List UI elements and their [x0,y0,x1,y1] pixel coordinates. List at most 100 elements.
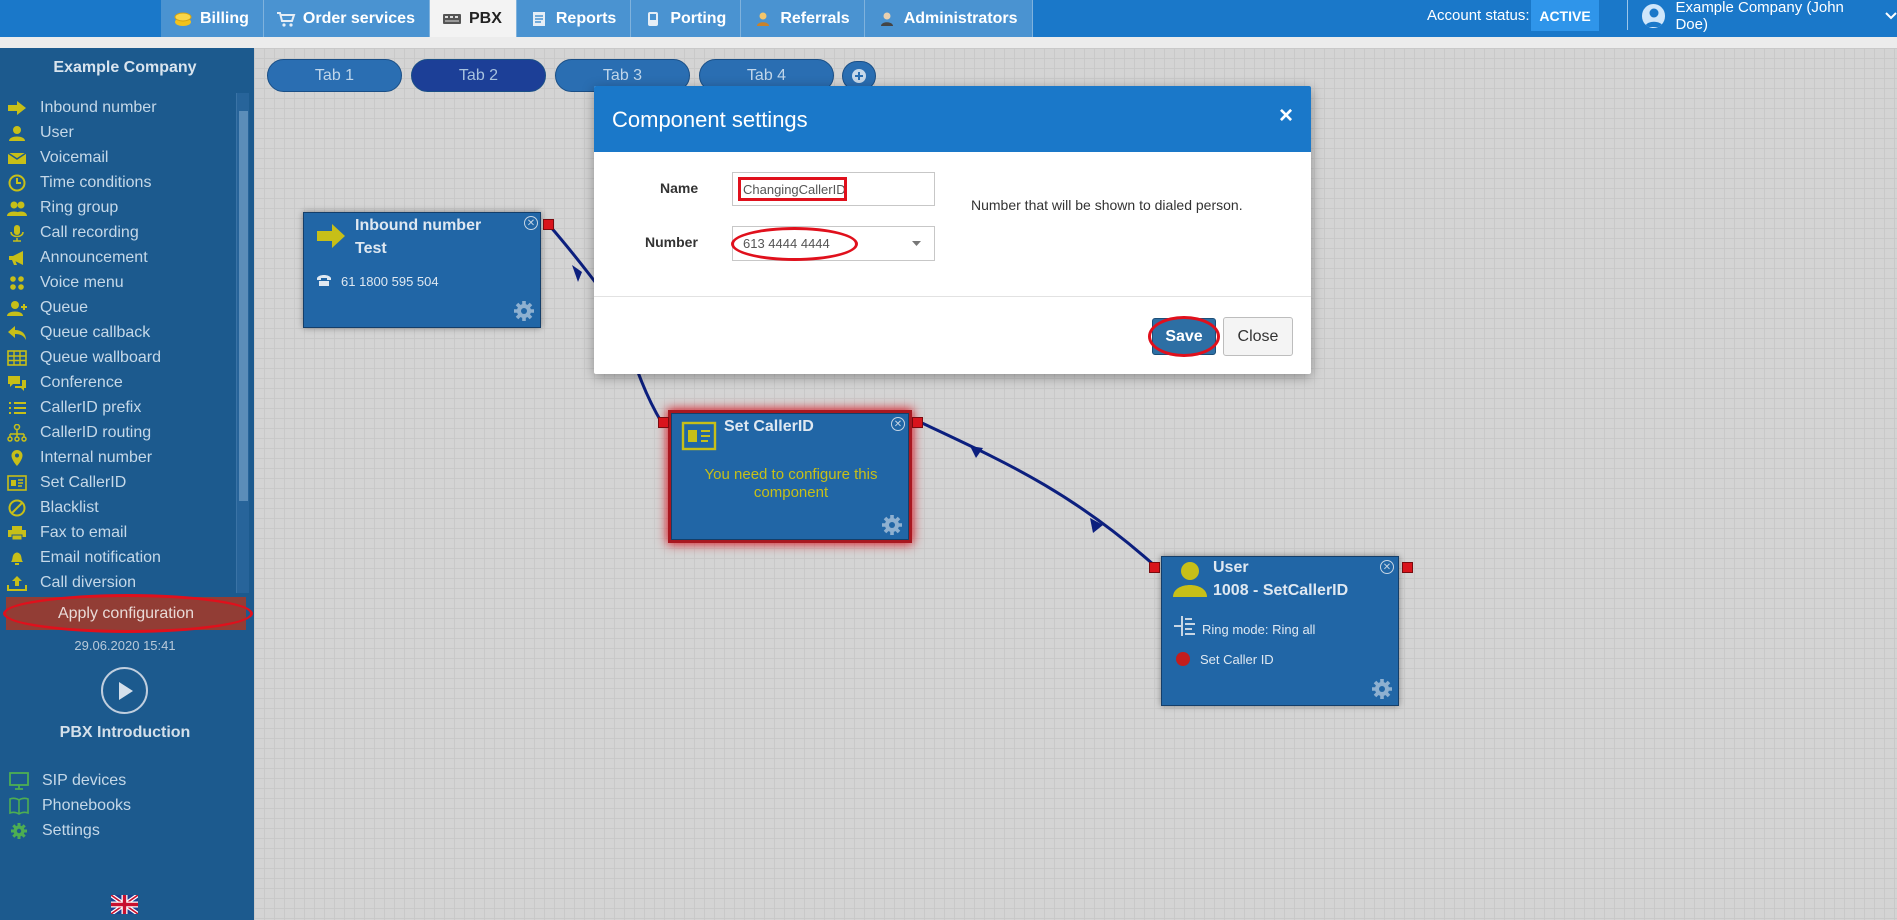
user-name: Example Company (John Doe) [1675,0,1844,33]
node-output-port[interactable] [1402,562,1413,573]
close-button[interactable]: Close [1223,317,1293,356]
sidebar-item-email-notification[interactable]: Email notification [6,545,236,570]
tab-label: Referrals [780,9,850,27]
sidebar-item-queue-wallboard[interactable]: Queue wallboard [6,345,236,370]
sidebar-item-blacklist[interactable]: Blacklist [6,495,236,520]
tab-reports[interactable]: Reports [516,0,632,37]
sidebar-item-set-callerid[interactable]: Set CallerID [6,470,236,495]
node-set-callerid[interactable]: Set CallerID ✕ You need to configure thi… [671,413,909,540]
modal-close-icon[interactable]: × [1279,104,1293,128]
modal-footer-divider [594,296,1311,297]
book-icon [8,797,30,815]
play-intro-button[interactable] [101,667,148,714]
list-icon [6,399,28,417]
ban-icon [6,499,28,517]
apply-configuration-button[interactable]: Apply configuration [6,597,246,630]
tab-porting[interactable]: Porting [631,0,742,37]
apply-date: 29.06.2020 15:41 [74,638,176,653]
sidebar-item-internal-number[interactable]: Internal number [6,445,236,470]
number-label: Number [645,234,698,250]
cart-icon [276,11,296,27]
node-phone-number: 61 1800 595 504 [341,274,439,289]
sidebar-item-inbound-number[interactable]: Inbound number [6,95,236,120]
uk-flag-icon[interactable] [109,893,140,916]
sidebar-item-label: Inbound number [40,98,157,116]
number-select[interactable]: 613 4444 4444 [732,226,935,261]
sidebar-item-sip-devices[interactable]: SIP devices [8,768,238,793]
canvas-tab-2[interactable]: Tab 2 [411,59,546,92]
chat-icon [6,374,28,392]
referrals-icon [753,11,773,27]
sidebar-item-label: Queue [40,298,89,316]
grid-icon [6,274,28,292]
user-icon [1172,559,1208,597]
sidebar-item-announcement[interactable]: Announcement [6,245,236,270]
arrow-right-icon [6,99,28,117]
sidebar-item-label: SIP devices [42,771,127,789]
sidebar-item-phonebooks[interactable]: Phonebooks [8,793,238,818]
gear-icon[interactable] [512,299,536,323]
group-icon [6,199,28,217]
pin-icon [6,449,28,467]
node-output-port[interactable] [543,219,554,230]
sidebar-item-queue-callback[interactable]: Queue callback [6,320,236,345]
navbar-separator [1627,0,1628,30]
sidebar-item-call-recording[interactable]: Call recording [6,220,236,245]
tab-referrals[interactable]: Referrals [741,0,865,37]
sidebar-item-label: Conference [40,373,123,391]
close-icon[interactable]: ✕ [891,417,905,431]
sidebar-item-label: Blacklist [40,498,99,516]
sidebar-item-fax-to-email[interactable]: Fax to email [6,520,236,545]
sidebar-item-queue[interactable]: Queue [6,295,236,320]
gear-icon[interactable] [1370,677,1394,701]
node-user[interactable]: User 1008 - SetCallerID ✕ Ring mode: Rin… [1161,556,1399,706]
node-warning-message: You need to configure this component [704,466,878,501]
tab-label: Administrators [903,9,1018,27]
sidebar-item-callerid-prefix[interactable]: CallerID prefix [6,395,236,420]
sidebar-item-conference[interactable]: Conference [6,370,236,395]
id-card-icon [6,474,28,492]
play-icon [116,681,134,701]
tab-billing[interactable]: Billing [161,0,264,37]
bell-icon [6,549,28,567]
sidebar-item-label: CallerID prefix [40,398,142,416]
pbx-introduction-label: PBX Introduction [59,724,191,741]
account-status-label: Account status: [1427,7,1530,24]
sidebar-item-call-diversion[interactable]: Call diversion [6,570,236,595]
sidebar-item-voice-menu[interactable]: Voice menu [6,270,236,295]
sidebar-item-ring-group[interactable]: Ring group [6,195,236,220]
node-subtitle: Test [355,240,387,257]
gear-icon[interactable] [880,513,904,537]
save-button[interactable]: Save [1152,318,1216,355]
node-input-port[interactable] [1149,562,1160,573]
sidebar-item-callerid-routing[interactable]: CallerID routing [6,420,236,445]
tab-order-services[interactable]: Order services [263,0,430,37]
sidebar-scrollbar[interactable] [236,93,249,593]
sidebar-item-voicemail[interactable]: Voicemail [6,145,236,170]
close-icon[interactable]: ✕ [1380,560,1394,574]
tab-pbx[interactable]: PBX [429,0,517,37]
tab-administrators[interactable]: Administrators [864,0,1033,37]
sidebar-item-label: Call diversion [40,573,137,591]
table-icon [6,349,28,367]
coins-icon [173,11,193,27]
gear-icon [8,822,30,840]
node-inbound-number[interactable]: Inbound number Test ✕ 61 1800 595 504 [303,212,541,328]
user-menu[interactable]: Example Company (John Doe) [1642,0,1897,33]
avatar-icon [1642,3,1666,28]
sidebar-item-time-conditions[interactable]: Time conditions [6,170,236,195]
name-field[interactable]: ChangingCallerID [732,172,935,206]
scrollbar-thumb[interactable] [239,111,248,501]
sidebar-item-label: Voicemail [40,148,109,166]
navbar-strip [0,37,1897,48]
name-label: Name [660,180,699,196]
sidebar-item-user[interactable]: User [6,120,236,145]
sidebar-item-label: Set CallerID [40,473,127,491]
node-input-port[interactable] [658,417,669,428]
sidebar-item-settings[interactable]: Settings [8,818,238,843]
node-output-port[interactable] [912,417,923,428]
canvas-tab-1[interactable]: Tab 1 [267,59,402,92]
close-icon[interactable]: ✕ [524,216,538,230]
ring-mode-icon [1173,615,1199,637]
tab-label: Porting [670,9,727,27]
